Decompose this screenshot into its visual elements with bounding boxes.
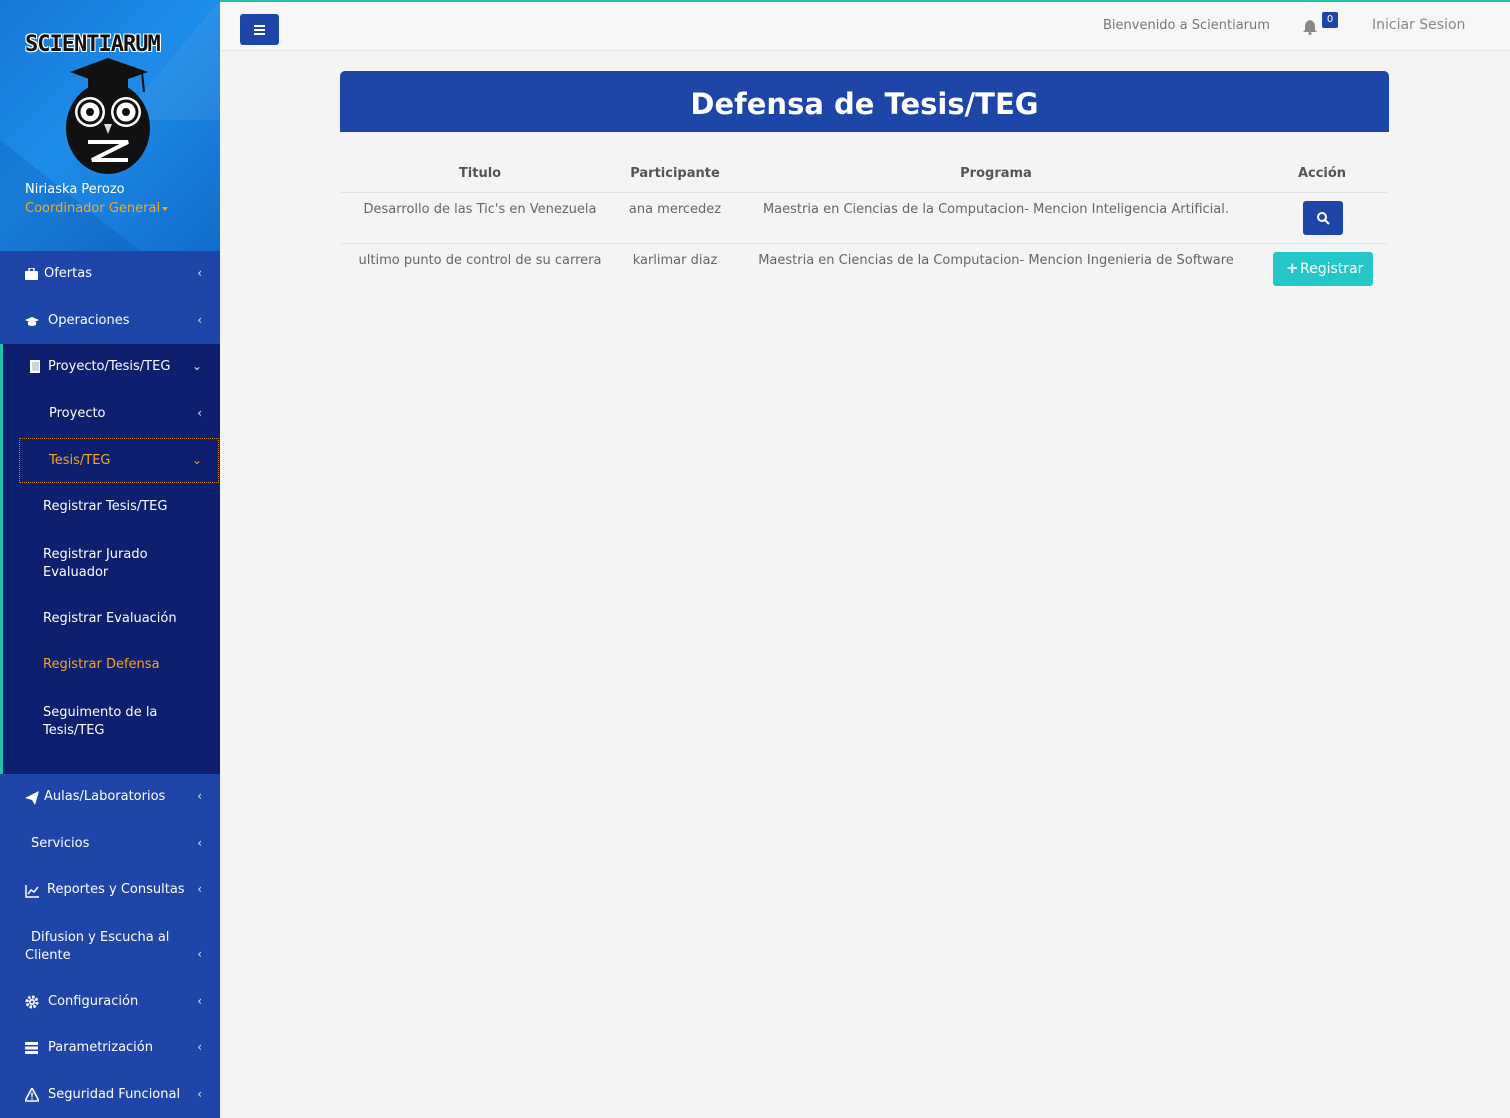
sidebar-item-label: Seguridad Funcional: [48, 1087, 181, 1102]
sidebar-item-aulas[interactable]: Aulas/Laboratorios ‹: [0, 787, 220, 809]
chevron-left-icon: ‹: [197, 836, 202, 850]
cell-participante: ana mercedez: [628, 202, 722, 217]
welcome-text: Bienvenido a Scientiarum: [1103, 18, 1270, 33]
brand-logo-text: SCIENTIARUM: [25, 32, 161, 57]
panel-header: Defensa de Tesis/TEG: [340, 71, 1389, 132]
chevron-left-icon: ‹: [197, 313, 202, 327]
sidebar-item-label: Ofertas: [44, 266, 92, 281]
cell-programa: Maestria en Ciencias de la Computacion- …: [762, 202, 1230, 217]
graduation-cap-icon: [25, 317, 39, 326]
sidebar-item-registrar-defensa[interactable]: Registrar Defensa: [0, 655, 220, 677]
sidebar-item-seguimento[interactable]: Seguimento de la Tesis/TEG: [0, 702, 220, 742]
sidebar-item-operaciones[interactable]: Operaciones ‹: [0, 311, 220, 333]
cell-titulo: ultimo punto de control de su carrera: [358, 253, 602, 268]
notification-badge: 0: [1322, 12, 1338, 28]
registrar-button-label: Registrar: [1300, 261, 1364, 277]
chevron-left-icon: ‹: [197, 789, 202, 803]
chevron-down-icon: ⌄: [191, 453, 202, 467]
owl-logo: [66, 58, 150, 174]
header-divider: [341, 192, 1387, 193]
column-header-titulo: Titulo: [458, 166, 502, 181]
sidebar-item-servicios[interactable]: Servicios ‹: [0, 834, 220, 856]
cell-participante: karlimar diaz: [632, 253, 718, 268]
sidebar-item-proyecto-tesis-teg[interactable]: Proyecto/Tesis/TEG ⌄: [0, 357, 220, 379]
chevron-left-icon: ‹: [197, 882, 202, 896]
sidebar-item-ofertas[interactable]: Ofertas ‹: [0, 264, 220, 286]
sidebar-item-label: Seguimento de la Tesis/TEG: [43, 705, 158, 738]
view-button[interactable]: [1303, 201, 1343, 235]
cell-programa: Maestria en Ciencias de la Computacion- …: [758, 253, 1234, 268]
column-header-accion: Acción: [1297, 166, 1347, 181]
sidebar-item-label: Registrar Tesis/TEG: [43, 499, 168, 514]
sidebar-item-parametrizacion[interactable]: Parametrización ‹: [0, 1038, 220, 1060]
sidebar-item-difusion[interactable]: Difusion y Escucha al Cliente ‹: [0, 927, 220, 967]
column-header-participante: Participante: [630, 166, 720, 181]
caret-down-icon: [162, 206, 169, 211]
warning-icon: [25, 1088, 39, 1102]
sidebar-item-registrar-tesis[interactable]: Registrar Tesis/TEG: [0, 497, 220, 519]
chevron-left-icon: ‹: [197, 406, 202, 420]
sidebar-item-tesis-teg[interactable]: Tesis/TEG ⌄: [0, 451, 220, 473]
chevron-down-icon: ⌄: [191, 359, 202, 373]
sidebar-item-label: Proyecto: [49, 406, 106, 421]
sidebar-item-reportes[interactable]: Reportes y Consultas ‹: [0, 880, 220, 902]
profile-panel: SCIENTIARUM Niriaska Perozo Coordinador …: [0, 0, 220, 251]
chevron-left-icon: ‹: [197, 947, 202, 961]
sidebar-item-registrar-evaluacion[interactable]: Registrar Evaluación: [0, 609, 220, 631]
sidebar-item-label: Aulas/Laboratorios: [44, 789, 166, 804]
user-name: Niriaska Perozo: [25, 182, 125, 197]
sidebar-item-label: Reportes y Consultas: [47, 882, 185, 897]
sidebar-item-registrar-jurado[interactable]: Registrar Jurado Evaluador: [0, 544, 220, 584]
page-title: Defensa de Tesis/TEG: [690, 87, 1039, 121]
user-role-label: Coordinador General: [25, 201, 161, 216]
user-role-dropdown[interactable]: Coordinador General: [25, 201, 169, 216]
sidebar-item-seguridad[interactable]: Seguridad Funcional ‹: [0, 1085, 220, 1107]
line-chart-icon: [25, 885, 39, 898]
chevron-left-icon: ‹: [197, 266, 202, 280]
chevron-left-icon: ‹: [197, 1087, 202, 1101]
chevron-left-icon: ‹: [197, 1040, 202, 1054]
chevron-left-icon: ‹: [197, 994, 202, 1008]
gear-icon: [25, 995, 39, 1009]
row-divider: [341, 243, 1387, 244]
briefcase-icon: [25, 268, 38, 280]
sidebar-item-label: Proyecto/Tesis/TEG: [48, 359, 171, 374]
sidebar-item-label: Registrar Evaluación: [43, 611, 177, 626]
plus-icon: +: [1286, 259, 1299, 277]
sidebar-item-label: Operaciones: [48, 313, 130, 328]
sidebar-item-label: Configuración: [48, 994, 139, 1009]
search-icon: [1317, 212, 1330, 225]
sidebar-item-label: Difusion y Escucha al Cliente: [25, 930, 170, 963]
sidebar-item-configuracion[interactable]: Configuración ‹: [0, 992, 220, 1014]
sidebar-item-label: Servicios: [31, 836, 90, 851]
server-icon: [25, 1042, 38, 1054]
sidebar-item-label: Registrar Defensa: [43, 657, 160, 672]
sidebar-item-label: Tesis/TEG: [49, 453, 111, 468]
bell-icon[interactable]: [1303, 19, 1317, 35]
hamburger-icon: [254, 25, 265, 27]
column-header-programa: Programa: [960, 166, 1032, 181]
sidebar-item-label: Parametrización: [48, 1040, 153, 1055]
login-link[interactable]: Iniciar Sesion: [1372, 17, 1465, 33]
book-icon: [30, 360, 40, 373]
top-navbar: Bienvenido a Scientiarum 0 Iniciar Sesio…: [220, 0, 1510, 51]
sidebar-item-proyecto[interactable]: Proyecto ‹: [0, 404, 220, 426]
sidebar: SCIENTIARUM Niriaska Perozo Coordinador …: [0, 0, 220, 1118]
paper-plane-icon: [25, 791, 39, 805]
sidebar-item-label: Registrar Jurado Evaluador: [43, 547, 148, 580]
cell-titulo: Desarrollo de las Tic's en Venezuela: [363, 202, 597, 217]
menu-toggle-button[interactable]: [240, 14, 279, 45]
registrar-button[interactable]: + Registrar: [1273, 252, 1373, 286]
